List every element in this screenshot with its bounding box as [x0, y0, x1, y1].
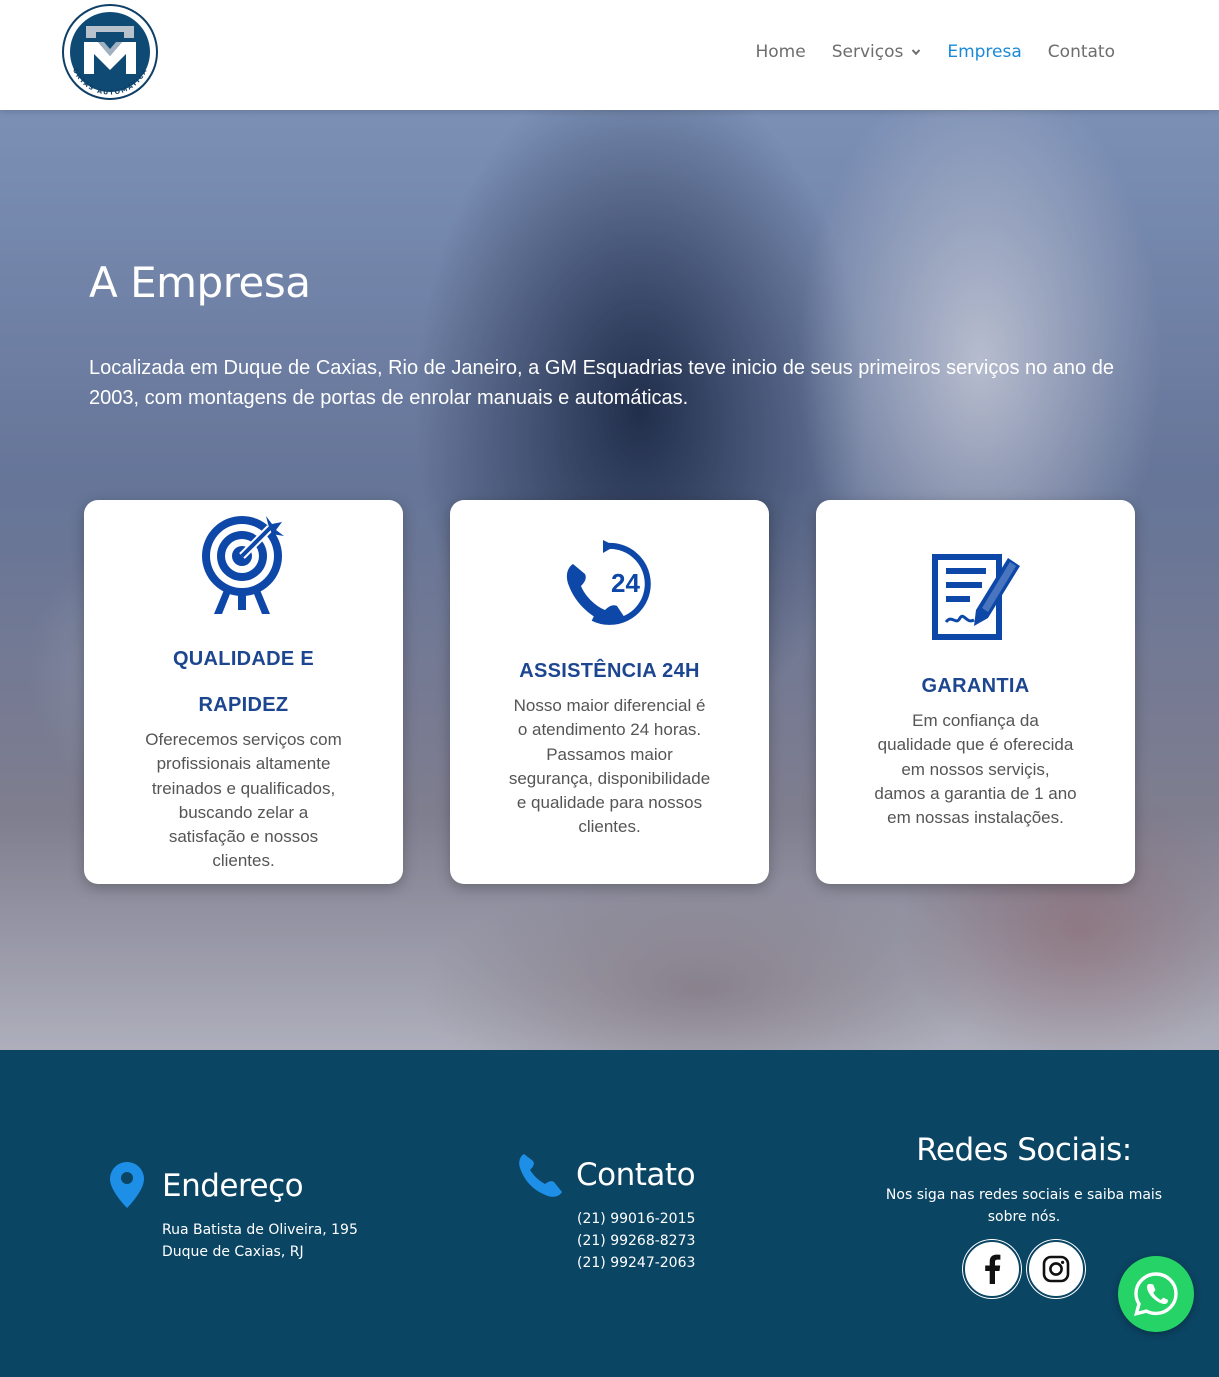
card-text-line: Oferecemos serviços com	[145, 730, 342, 749]
instagram-link[interactable]	[1027, 1240, 1085, 1298]
card-text-line: segurança, disponibilidade	[508, 768, 711, 788]
whatsapp-icon	[1134, 1272, 1178, 1316]
facebook-icon	[985, 1254, 1001, 1284]
whatsapp-button[interactable]	[1118, 1256, 1194, 1332]
site-footer: Endereço Rua Batista de Oliveira, 195 Du…	[0, 1050, 1219, 1377]
nav-item-empresa[interactable]: Empresa	[947, 42, 1021, 62]
card-text-line: damos a garantia de 1 ano	[874, 783, 1077, 803]
card-text-line: Nosso maior diferencial é	[513, 696, 706, 715]
card-text-line: profissionais altamente	[156, 754, 331, 774]
nav-item-servicos[interactable]: Serviços	[832, 42, 922, 62]
feature-card-warranty: GARANTIA Em confiança da qualidade que é…	[816, 500, 1135, 884]
phone-icon	[519, 1154, 562, 1197]
address-line: Rua Batista de Oliveira, 195	[162, 1222, 358, 1238]
contract-icon	[931, 554, 1020, 640]
card-text-line: clientes.	[212, 851, 275, 871]
card-title: GARANTIA	[921, 675, 1030, 697]
gm-logo[interactable]: PORTAS AUTOMÁTICAS	[58, 4, 162, 108]
card-title: QUALIDADE E	[172, 648, 315, 670]
card-description: Nosso maior diferencial é o atendimento …	[490, 694, 730, 840]
phone-number[interactable]: (21) 99247-2063	[577, 1252, 695, 1274]
card-description: Em confiança da qualidade que é oferecid…	[856, 709, 1096, 830]
card-text-line: o atendimento 24 horas.	[517, 720, 702, 740]
card-text-line: qualidade que é oferecida	[877, 735, 1074, 755]
site-header: PORTAS AUTOMÁTICAS Home Serviços Empresa…	[0, 0, 1219, 110]
phone-number[interactable]: (21) 99016-2015	[577, 1208, 695, 1230]
main-nav: Home Serviços Empresa Contato	[756, 42, 1116, 62]
svg-text:24: 24	[611, 568, 640, 598]
nav-item-home[interactable]: Home	[756, 42, 806, 62]
hero-description: Localizada em Duque de Caxias, Rio de Ja…	[89, 357, 1114, 409]
logo-caption: PORTAS AUTOMÁTICAS	[58, 4, 149, 97]
card-text-line: em nossos serviçis,	[901, 759, 1050, 779]
card-text-line: clientes.	[578, 817, 641, 837]
card-text-line: em nossas instalações.	[887, 808, 1064, 828]
card-title: RAPIDEZ	[198, 694, 289, 716]
address-line: Duque de Caxias, RJ	[162, 1244, 304, 1260]
nav-label: Contato	[1047, 42, 1115, 62]
card-text-line: e qualidade para nossos	[516, 793, 703, 813]
social-description-line: sobre nós.	[987, 1209, 1061, 1225]
hero-section: A Empresa Localizada em Duque de Caxias,…	[0, 110, 1219, 1050]
feature-card-quality: QUALIDADE E RAPIDEZ Oferecemos serviços …	[84, 500, 403, 884]
card-text-line: buscando zelar a	[178, 802, 309, 822]
contact-heading: Contato	[576, 1157, 696, 1193]
card-title: ASSISTÊNCIA 24H	[519, 660, 700, 682]
feature-card-assistance: 24 ASSISTÊNCIA 24H Nosso maior diferenci…	[450, 500, 769, 884]
phone-number[interactable]: (21) 99268-8273	[577, 1230, 695, 1252]
nav-label: Serviços	[831, 42, 904, 62]
card-text-line: treinados e qualificados,	[151, 778, 336, 798]
instagram-icon	[1042, 1255, 1070, 1283]
phone-24h-icon: 24	[566, 540, 651, 625]
address-heading: Endereço	[162, 1168, 304, 1204]
facebook-link[interactable]	[963, 1240, 1021, 1298]
card-text-line: satisfação e nossos	[168, 827, 319, 847]
nav-label: Empresa	[947, 42, 1022, 62]
location-pin-icon	[110, 1162, 144, 1208]
nav-item-contato[interactable]: Contato	[1048, 42, 1115, 62]
chevron-down-icon	[912, 49, 921, 56]
page-title: A Empresa	[89, 258, 311, 307]
card-text-line: Em confiança da	[912, 711, 1039, 730]
card-text-line: Passamos maior	[546, 744, 673, 764]
svg-text:PORTAS AUTOMÁTICAS: PORTAS AUTOMÁTICAS	[58, 4, 149, 97]
target-icon	[201, 516, 284, 614]
social-description-line: Nos siga nas redes sociais e saiba mais	[885, 1187, 1163, 1203]
social-heading: Redes Sociais:	[916, 1132, 1132, 1168]
nav-label: Home	[755, 42, 806, 62]
card-description: Oferecemos serviços com profissionais al…	[124, 728, 364, 874]
